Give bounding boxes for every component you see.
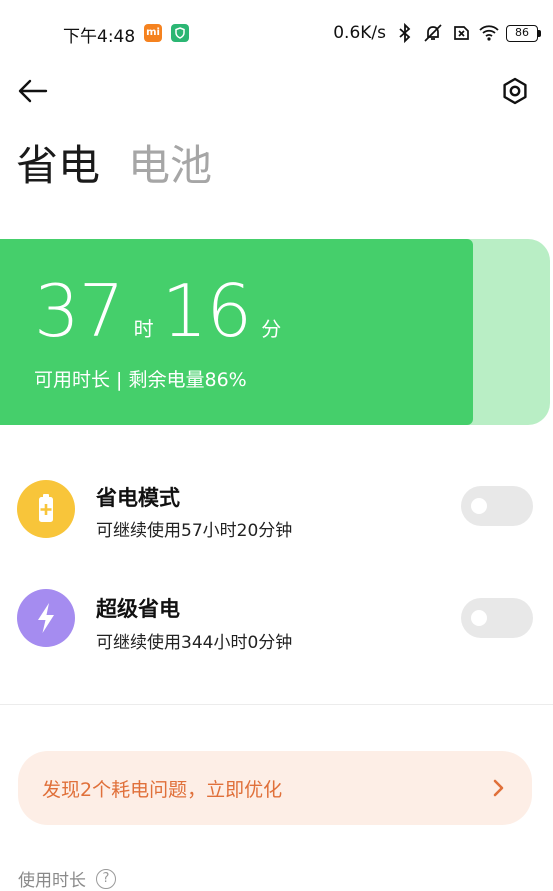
optimize-banner[interactable]: 发现2个耗电问题，立即优化 bbox=[18, 751, 532, 825]
ultra-power-saving-title: 超级省电 bbox=[96, 597, 180, 621]
toggle-knob bbox=[471, 610, 487, 626]
chevron-right-icon bbox=[493, 779, 504, 797]
status-bar: 下午4:48 mi 0.6K/s 86 bbox=[0, 0, 553, 66]
ultra-power-saving-row[interactable]: 超级省电 可继续使用344小时0分钟 bbox=[0, 584, 553, 664]
security-notification-icon bbox=[171, 24, 189, 42]
optimize-text: 发现2个耗电问题，立即优化 bbox=[42, 779, 283, 801]
wifi-icon bbox=[479, 25, 499, 41]
tab-power-saving[interactable]: 省电 bbox=[16, 140, 100, 192]
hours-unit: 时 bbox=[133, 317, 154, 341]
bluetooth-icon bbox=[399, 22, 411, 44]
network-speed: 0.6K/s bbox=[333, 23, 386, 43]
ultra-power-saving-toggle[interactable] bbox=[461, 598, 533, 638]
tab-bar: 省电 电池 bbox=[16, 140, 212, 192]
battery-level: 86 bbox=[506, 24, 538, 42]
power-saving-mode-desc: 可继续使用57小时20分钟 bbox=[96, 521, 293, 541]
power-saving-mode-toggle[interactable] bbox=[461, 486, 533, 526]
battery-plus-icon bbox=[17, 480, 75, 538]
help-icon[interactable]: ? bbox=[96, 868, 116, 889]
remaining-time: 37 时 16 分 bbox=[34, 271, 289, 351]
section-divider bbox=[0, 704, 553, 705]
settings-gear-icon[interactable] bbox=[500, 76, 530, 106]
power-saving-mode-title: 省电模式 bbox=[96, 486, 180, 510]
remaining-hours: 37 bbox=[34, 269, 125, 353]
tab-battery[interactable]: 电池 bbox=[128, 140, 212, 192]
status-indicators: 0.6K/s 86 bbox=[333, 20, 541, 46]
usage-duration-label: 使用时长 bbox=[18, 871, 86, 891]
ultra-power-saving-desc: 可继续使用344小时0分钟 bbox=[96, 633, 293, 653]
mi-notification-icon: mi bbox=[144, 24, 162, 42]
back-arrow-icon[interactable] bbox=[16, 76, 50, 106]
power-saving-mode-row[interactable]: 省电模式 可继续使用57小时20分钟 bbox=[0, 472, 553, 552]
status-time: 下午4:48 bbox=[63, 27, 136, 47]
remaining-minutes: 16 bbox=[161, 269, 253, 353]
mute-vibrate-icon bbox=[424, 24, 442, 42]
usage-duration-section: 使用时长 ? bbox=[18, 866, 116, 891]
minutes-unit: 分 bbox=[261, 317, 282, 341]
battery-subtitle: 可用时长 | 剩余电量86% bbox=[34, 369, 247, 391]
no-sim-icon bbox=[454, 26, 469, 40]
battery-status-icon: 86 bbox=[506, 24, 541, 42]
toggle-knob bbox=[471, 498, 487, 514]
lightning-icon bbox=[17, 589, 75, 647]
